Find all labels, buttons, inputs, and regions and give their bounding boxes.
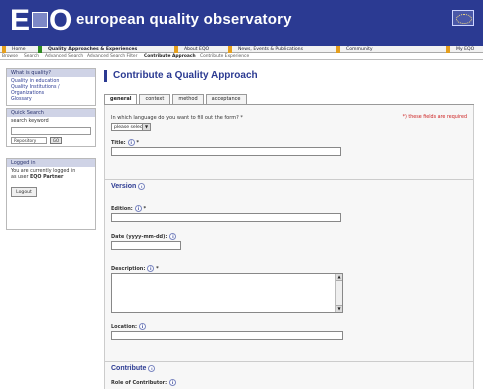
nav-tab-community[interactable]: Community	[336, 46, 442, 53]
search-keyword-input[interactable]	[11, 127, 91, 135]
description-label: Description: i *	[111, 265, 159, 272]
scroll-up-icon[interactable]: ▲	[336, 274, 342, 281]
logged-in-as-text: as user	[11, 175, 29, 180]
info-icon[interactable]: i	[139, 323, 147, 330]
nav-tab-news[interactable]: News, Events & Publications	[228, 46, 332, 53]
search-scope-select[interactable]: Repository	[11, 137, 47, 144]
subnav-contribute-approach[interactable]: Contribute Approach	[144, 54, 196, 60]
subnav-advanced-search[interactable]: Advanced Search	[45, 54, 83, 60]
site-header: E O european quality observatory	[0, 0, 483, 46]
form-area: In which language do you want to fill ou…	[104, 105, 474, 389]
page-title: Contribute a Quality Approach	[104, 70, 258, 82]
search-keyword-label: search keyword	[11, 119, 49, 124]
title-input[interactable]	[111, 147, 341, 156]
tab-acceptance[interactable]: acceptance	[205, 94, 247, 104]
form-tabs: general context method acceptance	[104, 94, 247, 104]
quick-search-title: Quick Search	[7, 109, 95, 117]
nav-tab-my-eqo[interactable]: My EQO	[446, 46, 483, 53]
tab-general[interactable]: general	[104, 94, 138, 104]
logo-star-box-icon	[32, 12, 48, 28]
logo-letter-o: O	[49, 4, 73, 37]
chevron-down-icon: ▼	[142, 124, 150, 130]
title-label: Title: i *	[111, 139, 139, 146]
info-icon[interactable]: i	[134, 205, 142, 212]
logged-in-box: Logged in You are currently logged in as…	[6, 158, 96, 230]
subnav-browse[interactable]: Browse	[2, 54, 18, 60]
date-label: Date (yyyy-mm-dd): i	[111, 233, 177, 240]
language-select[interactable]: please select ▼	[111, 123, 151, 131]
nav-tab-quality-approaches[interactable]: Quality Approaches & Experiences	[38, 46, 170, 53]
main-content: Contribute a Quality Approach general co…	[104, 70, 474, 389]
subnav-advanced-search-filter[interactable]: Advanced Search Filter	[87, 54, 137, 60]
sub-navigation: Browse Search Advanced Search Advanced S…	[0, 54, 483, 60]
logged-in-title: Logged in	[7, 159, 95, 167]
language-select-value: please select	[114, 125, 145, 130]
link-glossary[interactable]: Glossary	[11, 97, 91, 103]
tab-context[interactable]: context	[139, 94, 171, 104]
link-quality-institutions[interactable]: Quality Institutions / Organizations	[11, 85, 91, 97]
logo-letter-e: E	[10, 4, 31, 37]
search-go-button[interactable]: GO	[50, 137, 62, 144]
version-section-heading: Version i	[105, 179, 474, 193]
nav-tab-home[interactable]: Home	[2, 46, 36, 53]
logged-in-text: You are currently logged in	[11, 169, 76, 174]
edition-label: Edition: i *	[111, 205, 147, 212]
description-scrollbar[interactable]: ▲ ▼	[335, 274, 342, 312]
info-icon[interactable]: i	[127, 139, 135, 146]
info-icon[interactable]: i	[147, 265, 155, 272]
location-input[interactable]	[111, 331, 343, 340]
top-navigation: Home Quality Approaches & Experiences Ab…	[0, 46, 483, 53]
subnav-contribute-experience[interactable]: Contribute Experience	[200, 54, 249, 60]
info-icon[interactable]: i	[138, 182, 146, 190]
what-is-quality-box: What is quality? Quality in education Qu…	[6, 68, 96, 106]
edition-input[interactable]	[111, 213, 341, 222]
site-title: european quality observatory	[76, 11, 292, 28]
info-icon[interactable]: i	[148, 364, 156, 372]
date-input[interactable]	[111, 241, 181, 250]
description-textarea[interactable]: ▲ ▼	[111, 273, 343, 313]
subnav-search[interactable]: Search	[24, 54, 39, 60]
required-note: *) these fields are required	[402, 115, 467, 120]
role-label: Role of Contributor: i	[111, 379, 177, 386]
logged-in-user: EQO Partner	[29, 175, 64, 180]
scroll-down-icon[interactable]: ▼	[336, 305, 342, 312]
info-icon[interactable]: i	[169, 379, 177, 386]
location-label: Location: i	[111, 323, 147, 330]
quick-search-box: Quick Search search keyword Repository G…	[6, 108, 96, 147]
nav-tab-about[interactable]: About EQO	[174, 46, 224, 53]
eu-flag-icon	[452, 10, 474, 26]
language-label: In which language do you want to fill ou…	[111, 115, 243, 121]
logout-button[interactable]: Logout	[11, 187, 37, 197]
what-is-quality-title: What is quality?	[7, 69, 95, 77]
contribute-section-heading: Contribute i	[105, 361, 474, 375]
tab-method[interactable]: method	[172, 94, 204, 104]
info-icon[interactable]: i	[169, 233, 177, 240]
